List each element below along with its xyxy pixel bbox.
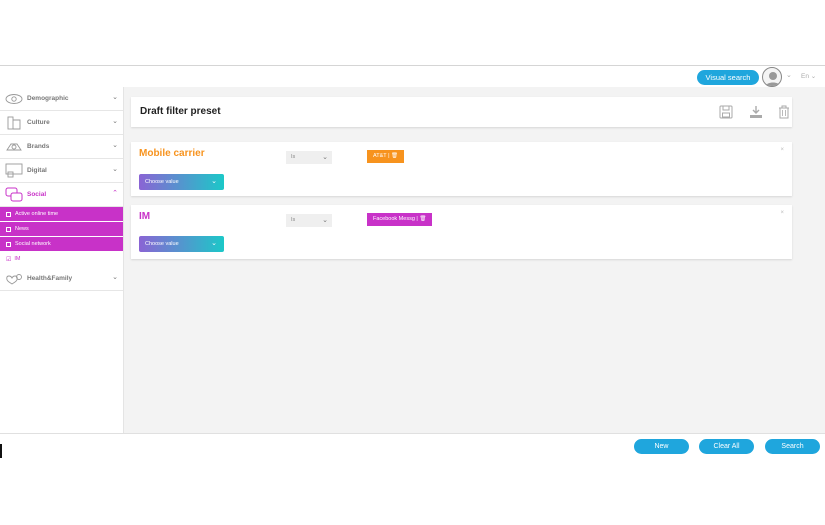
main-panel: Draft filter preset Mobile carrier Is ⌄ … — [124, 87, 825, 433]
chip-label: Facebook Messg | — [373, 216, 418, 222]
sidebar-item-label: Brands — [27, 143, 50, 150]
sidebar-item-label: Social — [27, 191, 47, 198]
top-bar: Visual search ⌄ En ⌄ — [0, 65, 825, 87]
value-chip[interactable]: AT&T | 🗑 — [367, 150, 405, 163]
operator-value: Is — [291, 217, 296, 223]
checked-checkbox-icon[interactable]: ☑ — [6, 256, 11, 263]
visual-search-button[interactable]: Visual search — [697, 70, 759, 85]
sidebar: Demographic ⌄ Culture ⌄ Brands ⌄ Digital… — [0, 87, 124, 433]
eye-icon — [5, 91, 23, 107]
operator-select[interactable]: Is ⌄ — [286, 151, 332, 164]
sidebar-item-social[interactable]: Social ⌃ — [0, 183, 123, 207]
chevron-down-icon: ⌄ — [112, 142, 118, 149]
sidebar-subitem-news[interactable]: News — [0, 222, 123, 237]
checkbox[interactable] — [6, 241, 11, 247]
health-icon — [5, 271, 23, 287]
filter-card-im: IM Is ⌄ Facebook Messg | 🗑 Choose value … — [131, 205, 792, 259]
chip-label: AT&T | — [373, 153, 390, 159]
search-button[interactable]: Search — [765, 439, 820, 454]
sidebar-subitem-active-online-time[interactable]: Active online time — [0, 207, 123, 222]
brands-icon — [5, 139, 23, 155]
sidebar-item-culture[interactable]: Culture ⌄ — [0, 111, 123, 135]
subitem-label: Social network — [15, 241, 51, 247]
sidebar-item-demographic[interactable]: Demographic ⌄ — [0, 87, 123, 111]
digital-icon — [5, 163, 23, 179]
sidebar-item-label: Health&Family — [27, 275, 73, 282]
trash-icon[interactable]: 🗑 — [391, 153, 398, 159]
sidebar-item-digital[interactable]: Digital ⌄ — [0, 159, 123, 183]
sidebar-item-health-family[interactable]: Health&Family ⌄ — [0, 267, 123, 291]
close-icon[interactable]: × — [780, 147, 784, 153]
choose-label: Choose value — [145, 179, 179, 185]
choose-label: Choose value — [145, 241, 179, 247]
chevron-down-icon: ⌄ — [112, 118, 118, 125]
sidebar-subitem-social-network[interactable]: Social network — [0, 237, 123, 252]
chevron-down-icon[interactable]: ⌄ — [786, 71, 792, 79]
sidebar-subitem-im[interactable]: ☑ IM — [0, 252, 123, 267]
sidebar-item-label: Demographic — [27, 95, 69, 102]
chevron-up-icon: ⌃ — [112, 190, 118, 197]
trash-icon[interactable] — [778, 105, 792, 119]
chevron-down-icon: ⌄ — [322, 154, 328, 161]
choose-value-dropdown[interactable]: Choose value ⌄ — [139, 174, 224, 190]
value-chip[interactable]: Facebook Messg | 🗑 — [367, 213, 433, 226]
filter-card-mobile-carrier: Mobile carrier Is ⌄ AT&T | 🗑 Choose valu… — [131, 142, 792, 196]
page-title: Draft filter preset — [140, 106, 221, 117]
bottom-action-bar: New Clear All Search — [0, 433, 825, 458]
sidebar-item-brands[interactable]: Brands ⌄ — [0, 135, 123, 159]
language-selector[interactable]: En ⌄ — [801, 72, 816, 80]
filter-preset-bar: Draft filter preset — [131, 97, 792, 127]
download-icon[interactable] — [749, 105, 763, 119]
culture-icon — [5, 115, 23, 131]
chevron-down-icon: ⌄ — [112, 274, 118, 281]
sidebar-item-label: Culture — [27, 119, 50, 126]
checkbox[interactable] — [6, 226, 11, 232]
new-button[interactable]: New — [634, 439, 689, 454]
language-label: En — [801, 73, 809, 80]
close-icon[interactable]: × — [780, 210, 784, 216]
subitem-label: News — [15, 226, 29, 232]
sidebar-item-label: Digital — [27, 167, 47, 174]
filter-title: IM — [139, 211, 151, 222]
chevron-down-icon: ⌄ — [112, 94, 118, 101]
clear-all-button[interactable]: Clear All — [699, 439, 754, 454]
choose-value-dropdown[interactable]: Choose value ⌄ — [139, 236, 224, 252]
chevron-down-icon: ⌄ — [211, 240, 217, 247]
app-page: Visual search ⌄ En ⌄ Demographic ⌄ Cultu… — [0, 0, 825, 525]
avatar[interactable] — [762, 67, 782, 87]
operator-value: Is — [291, 154, 296, 160]
user-icon — [765, 72, 781, 86]
checkbox[interactable] — [6, 211, 11, 217]
subitem-label: IM — [14, 256, 21, 262]
filter-title: Mobile carrier — [139, 148, 205, 159]
chevron-down-icon: ⌄ — [112, 166, 118, 173]
chevron-down-icon: ⌄ — [211, 178, 217, 185]
save-icon[interactable] — [719, 105, 733, 119]
chevron-down-icon: ⌄ — [322, 217, 328, 224]
trash-icon[interactable]: 🗑 — [419, 216, 426, 222]
text-cursor — [0, 444, 2, 458]
subitem-label: Active online time — [15, 211, 59, 217]
operator-select[interactable]: Is ⌄ — [286, 214, 332, 227]
social-icon — [5, 187, 23, 203]
